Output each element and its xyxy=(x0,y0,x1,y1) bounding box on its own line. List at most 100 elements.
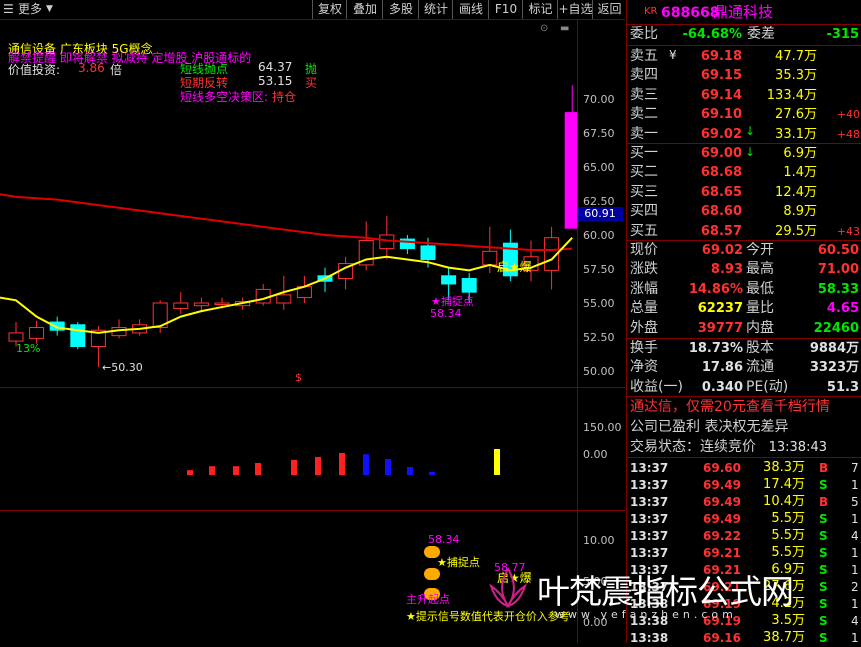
stat-row: 涨幅 14.86% 最低 58.33 xyxy=(627,280,861,299)
order-volume: 12.4万 xyxy=(775,184,817,200)
order-level: 买四 xyxy=(630,203,658,220)
trade-price: 69.21 xyxy=(703,546,741,560)
order-row: 卖三 69.14 133.4万 xyxy=(627,86,861,105)
trade-row: 13:37 69.22 5.5万 S 4 xyxy=(627,527,861,545)
status-time: 13:38:43 xyxy=(768,440,827,455)
order-volume: 29.5万 xyxy=(775,223,817,239)
order-price: 69.15 xyxy=(700,68,742,84)
candle-body xyxy=(214,302,230,305)
stat-label: 总量 xyxy=(630,300,658,317)
coin-icon xyxy=(424,568,440,580)
stat-value: 3323万 xyxy=(809,360,859,376)
stock-name: 鼎通科技 xyxy=(713,3,774,21)
order-delta: +48 xyxy=(836,127,860,141)
order-price: 69.10 xyxy=(700,107,742,123)
stat-label: 涨幅 xyxy=(630,280,658,297)
stat-label: 最低 xyxy=(746,280,774,297)
volume-bar xyxy=(255,463,261,475)
stat-value: 62237 xyxy=(697,301,743,317)
order-level: 卖五 xyxy=(630,48,658,64)
order-volume: 1.4万 xyxy=(783,165,817,181)
trade-count: 4 xyxy=(851,529,859,543)
trade-side: B xyxy=(819,495,829,509)
weibi-label: 委比 xyxy=(630,26,658,42)
yuan-icon: ¥ xyxy=(669,48,677,62)
order-row: 卖四 69.15 35.3万 xyxy=(627,66,861,85)
volume-bar xyxy=(339,453,345,475)
order-row: 卖二 69.10 27.6万 +40 xyxy=(627,105,861,124)
pct-annotation: 13% xyxy=(16,342,41,355)
toolbar-button[interactable]: 标记 xyxy=(522,0,558,19)
toolbar-button[interactable]: 返回 xyxy=(592,0,626,19)
toolbar-button[interactable]: 多股 xyxy=(382,0,419,19)
volume-bar xyxy=(315,457,321,475)
kr-badge: KR xyxy=(644,6,658,17)
dollar-icon: $ xyxy=(295,371,302,384)
trade-price: 69.60 xyxy=(703,461,741,475)
kline-chart-area[interactable]: ⊙ ▬ 通信设备 广东板块 5G概念 解禁提醒 即将解禁 拟减持 定增股 沪股通… xyxy=(0,20,625,643)
weicha-value: -315 xyxy=(826,27,859,42)
trade-count: 1 xyxy=(851,546,859,560)
trade-side: S xyxy=(819,546,828,560)
toolbar-button[interactable]: 复权 xyxy=(312,0,347,19)
status-label: 交易状态：连续竞价 xyxy=(630,439,756,455)
stat-label: 股本 xyxy=(746,340,774,356)
order-volume: 47.7万 xyxy=(775,49,817,64)
panel-divider xyxy=(0,510,625,511)
stat-value: 51.3 xyxy=(826,379,859,395)
menu-icon[interactable]: ☰ xyxy=(3,0,14,19)
order-price: 69.14 xyxy=(700,87,742,103)
stat-value: 22460 xyxy=(813,320,859,336)
volume-bar xyxy=(429,471,435,475)
trade-volume: 5.5万 xyxy=(771,528,805,543)
volume-plot xyxy=(187,449,500,475)
candle-body xyxy=(193,302,209,307)
volume-bar xyxy=(385,459,391,475)
promo-link[interactable]: 通达信，仅需20元查看千档行情 xyxy=(627,398,861,417)
trade-side: S xyxy=(819,478,828,492)
chart-toolbar: ☰ 更多 ▼ 复权 叠加 多股 统计 画线 F10 标记 +自选 返回 xyxy=(0,0,625,20)
toolbar-button[interactable]: +自选 xyxy=(557,0,593,19)
price-tick: 55.00 xyxy=(583,297,615,310)
toolbar-button[interactable]: 统计 xyxy=(418,0,453,19)
weibi-row: 委比 -64.68% 委差 -315 xyxy=(627,25,861,44)
order-level: 卖三 xyxy=(630,86,658,103)
order-level: 买五 xyxy=(630,222,658,239)
stat-label: 流通 xyxy=(746,359,774,376)
trade-row: 13:37 69.60 38.3万 B 7 xyxy=(627,459,861,477)
order-delta: +43 xyxy=(836,224,860,238)
candle-body xyxy=(441,275,457,285)
quote-panel: KR 688668 鼎通科技 委比 -64.68% 委差 -315 卖五 69.1… xyxy=(626,0,861,645)
toolbar-button[interactable]: F10 xyxy=(488,0,523,19)
toolbar-button[interactable]: 画线 xyxy=(452,0,489,19)
qibao-annotation: 启★爆 xyxy=(497,260,532,274)
volume-bar xyxy=(363,454,369,475)
order-price: 68.60 xyxy=(700,204,742,220)
order-price: 68.57 xyxy=(700,223,742,239)
trade-count: 5 xyxy=(851,495,859,509)
toolbar-button[interactable]: 叠加 xyxy=(346,0,383,19)
order-level: 卖二 xyxy=(630,106,658,123)
order-level: 买二 xyxy=(630,164,658,181)
order-volume: 133.4万 xyxy=(766,87,817,103)
order-price: 68.68 xyxy=(700,165,742,181)
order-price: 69.00 xyxy=(700,146,742,161)
stat-value: 4.65 xyxy=(826,301,859,317)
order-row: 买二 68.68 1.4万 xyxy=(627,163,861,182)
watermark-title: 叶梵震指标公式网 xyxy=(537,572,794,611)
candle-body xyxy=(8,332,24,342)
order-delta: +40 xyxy=(836,108,860,122)
volume-bar xyxy=(233,466,239,475)
axis-divider xyxy=(577,20,578,643)
order-level: 卖一 xyxy=(630,125,658,142)
order-volume: 33.1万 xyxy=(775,126,817,142)
order-row: 买三 68.65 12.4万 xyxy=(627,183,861,202)
trade-time: 13:37 xyxy=(630,546,669,560)
more-menu[interactable]: 更多 xyxy=(18,0,42,19)
promo-text[interactable]: 通达信，仅需20元查看千档行情 xyxy=(630,398,830,417)
stat-label: 量比 xyxy=(746,300,774,317)
weibi-value: -64.68% xyxy=(682,27,742,42)
order-volume: 8.9万 xyxy=(783,204,817,220)
price-plot xyxy=(0,85,577,367)
price-tick: 70.00 xyxy=(583,93,615,106)
